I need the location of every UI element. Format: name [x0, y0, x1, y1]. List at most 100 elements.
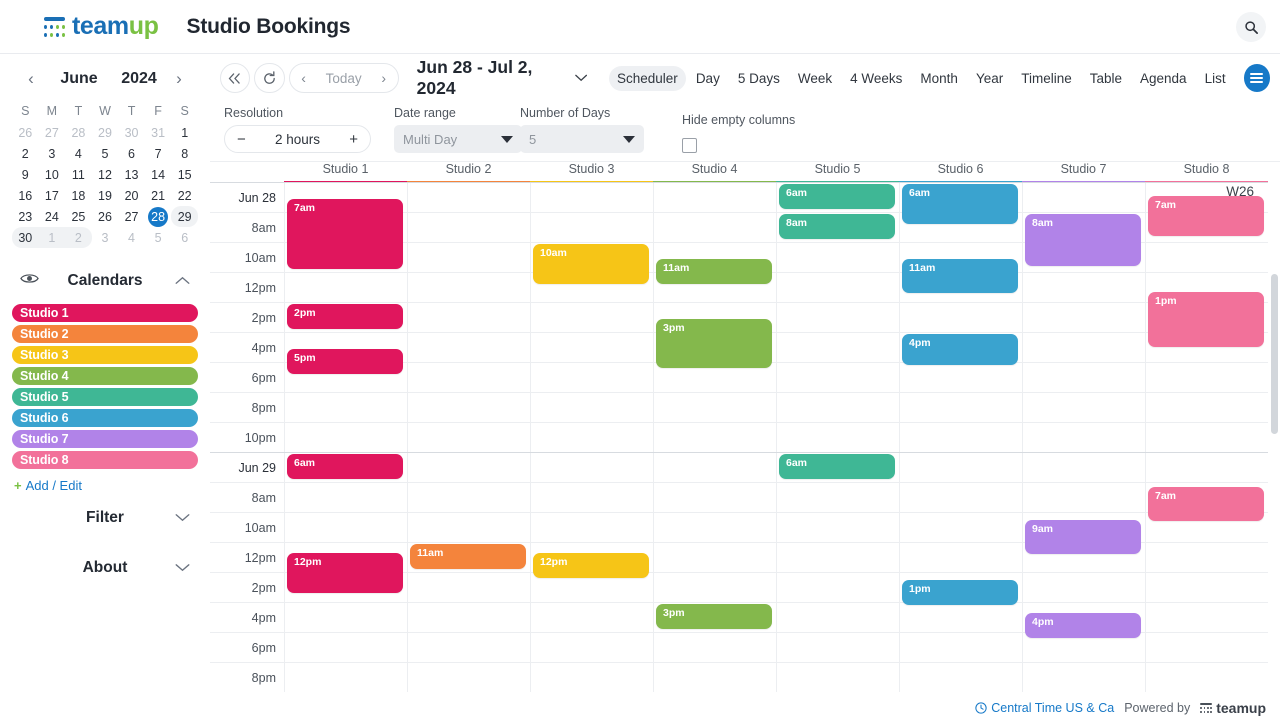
mini-calendar-day[interactable]: 2 — [65, 227, 92, 248]
scheduler-cell[interactable] — [1145, 363, 1268, 392]
scheduler-cell[interactable] — [899, 453, 1022, 482]
scheduler-cell[interactable] — [1022, 453, 1145, 482]
calendar-item-5[interactable]: Studio 5 — [12, 388, 198, 406]
scheduler-cell[interactable] — [407, 393, 530, 422]
scheduler-cell[interactable] — [1145, 663, 1268, 692]
scheduler-cell[interactable] — [407, 303, 530, 332]
scheduler-cell[interactable] — [530, 453, 653, 482]
scheduler-cell[interactable] — [776, 333, 899, 362]
view-button-4-weeks[interactable]: 4 Weeks — [842, 66, 910, 91]
scheduler-cell[interactable] — [776, 243, 899, 272]
calendar-event[interactable]: 6am — [902, 184, 1018, 224]
view-button-year[interactable]: Year — [968, 66, 1011, 91]
mini-calendar-day[interactable]: 2 — [12, 143, 39, 164]
scheduler-cell[interactable] — [653, 483, 776, 512]
scheduler-cell[interactable] — [1022, 573, 1145, 602]
mini-calendar-day[interactable]: 4 — [65, 143, 92, 164]
mini-calendar-day[interactable]: 26 — [12, 122, 39, 143]
view-button-agenda[interactable]: Agenda — [1132, 66, 1195, 91]
scheduler-cell[interactable] — [899, 633, 1022, 662]
mini-calendar-day[interactable]: 3 — [92, 227, 119, 248]
calendar-event[interactable]: 8am — [1025, 214, 1141, 266]
eye-icon[interactable] — [20, 272, 39, 290]
scheduler-cell[interactable] — [1022, 423, 1145, 452]
mini-calendar-day[interactable]: 14 — [145, 164, 172, 185]
scheduler-cell[interactable] — [284, 513, 407, 542]
scrollbar-thumb[interactable] — [1271, 274, 1278, 434]
scheduler-cell[interactable] — [653, 573, 776, 602]
scheduler-cell[interactable] — [653, 543, 776, 572]
scheduler-column-header-5[interactable]: Studio 5 — [776, 162, 899, 183]
scheduler-cell[interactable] — [1145, 573, 1268, 602]
scheduler-cell[interactable] — [407, 483, 530, 512]
scheduler-cell[interactable] — [530, 393, 653, 422]
scheduler-cell[interactable] — [407, 363, 530, 392]
scheduler-cell[interactable] — [407, 243, 530, 272]
mini-calendar-day[interactable]: 30 — [118, 122, 145, 143]
collapse-sidebar-button[interactable] — [220, 63, 251, 93]
calendar-event[interactable]: 3pm — [656, 319, 772, 368]
number-of-days-select[interactable]: 5 — [520, 125, 644, 153]
scheduler-cell[interactable] — [530, 303, 653, 332]
mini-calendar-day[interactable]: 13 — [118, 164, 145, 185]
view-button-table[interactable]: Table — [1082, 66, 1130, 91]
scheduler-cell[interactable] — [653, 393, 776, 422]
scheduler-cell[interactable] — [899, 513, 1022, 542]
mini-calendar-day[interactable]: 1 — [171, 122, 198, 143]
scheduler-column-header-3[interactable]: Studio 3 — [530, 162, 653, 183]
scheduler-cell[interactable] — [1145, 543, 1268, 572]
scheduler-column-header-6[interactable]: Studio 6 — [899, 162, 1022, 183]
mini-calendar-day[interactable]: 20 — [118, 185, 145, 206]
teamup-logo[interactable]: teamup — [44, 12, 159, 41]
calendar-item-3[interactable]: Studio 3 — [12, 346, 198, 364]
date-range-display[interactable]: Jun 28 - Jul 2, 2024 — [417, 57, 587, 99]
resolution-stepper[interactable]: − 2 hours + — [224, 125, 371, 153]
mini-calendar-day[interactable]: 29 — [92, 122, 119, 143]
prev-period-button[interactable]: ‹ — [292, 70, 316, 86]
scheduler-cell[interactable] — [530, 183, 653, 212]
resolution-decrease-button[interactable]: − — [237, 131, 246, 148]
scheduler-cell[interactable] — [407, 183, 530, 212]
scheduler-cell[interactable] — [1022, 183, 1145, 212]
scheduler-cell[interactable] — [407, 213, 530, 242]
filter-section-header[interactable]: Filter — [0, 493, 210, 543]
mini-calendar-day[interactable]: 27 — [39, 122, 66, 143]
scheduler-cell[interactable] — [776, 363, 899, 392]
scheduler-cell[interactable] — [1145, 393, 1268, 422]
calendar-event[interactable]: 11am — [656, 259, 772, 284]
scheduler-column-header-2[interactable]: Studio 2 — [407, 162, 530, 183]
scheduler-cell[interactable] — [1145, 633, 1268, 662]
scheduler-cell[interactable] — [407, 513, 530, 542]
scheduler-cell[interactable] — [284, 393, 407, 422]
mini-calendar-day[interactable]: 9 — [12, 164, 39, 185]
scheduler-cell[interactable] — [653, 423, 776, 452]
scheduler-cell[interactable] — [776, 393, 899, 422]
calendar-event[interactable]: 7am — [1148, 487, 1264, 521]
scheduler-cell[interactable] — [1145, 453, 1268, 482]
scheduler-cell[interactable] — [776, 573, 899, 602]
scheduler-cell[interactable] — [530, 603, 653, 632]
mini-calendar-day[interactable]: 27 — [118, 206, 145, 227]
mini-calendar-day[interactable]: 18 — [65, 185, 92, 206]
scheduler-cell[interactable] — [776, 543, 899, 572]
vertical-scrollbar[interactable] — [1271, 274, 1278, 694]
mini-calendar-day[interactable]: 31 — [145, 122, 172, 143]
mini-calendar-day[interactable]: 6 — [118, 143, 145, 164]
view-button-week[interactable]: Week — [790, 66, 840, 91]
mini-calendar-day[interactable]: 6 — [171, 227, 198, 248]
mini-calendar-day[interactable]: 24 — [39, 206, 66, 227]
chevron-down-icon[interactable] — [175, 559, 190, 577]
scheduler-cell[interactable] — [653, 213, 776, 242]
view-button-list[interactable]: List — [1197, 66, 1234, 91]
mini-calendar-day[interactable]: 22 — [171, 185, 198, 206]
scheduler-cell[interactable] — [530, 483, 653, 512]
scheduler-cell[interactable] — [776, 663, 899, 692]
scheduler-cell[interactable] — [284, 483, 407, 512]
calendar-item-8[interactable]: Studio 8 — [12, 451, 198, 469]
calendar-item-1[interactable]: Studio 1 — [12, 304, 198, 322]
calendar-event[interactable]: 7am — [1148, 196, 1264, 236]
mini-calendar-day[interactable]: 30 — [12, 227, 39, 248]
scheduler-cell[interactable] — [653, 453, 776, 482]
scheduler-cell[interactable] — [776, 423, 899, 452]
calendar-event[interactable]: 8am — [779, 214, 895, 239]
